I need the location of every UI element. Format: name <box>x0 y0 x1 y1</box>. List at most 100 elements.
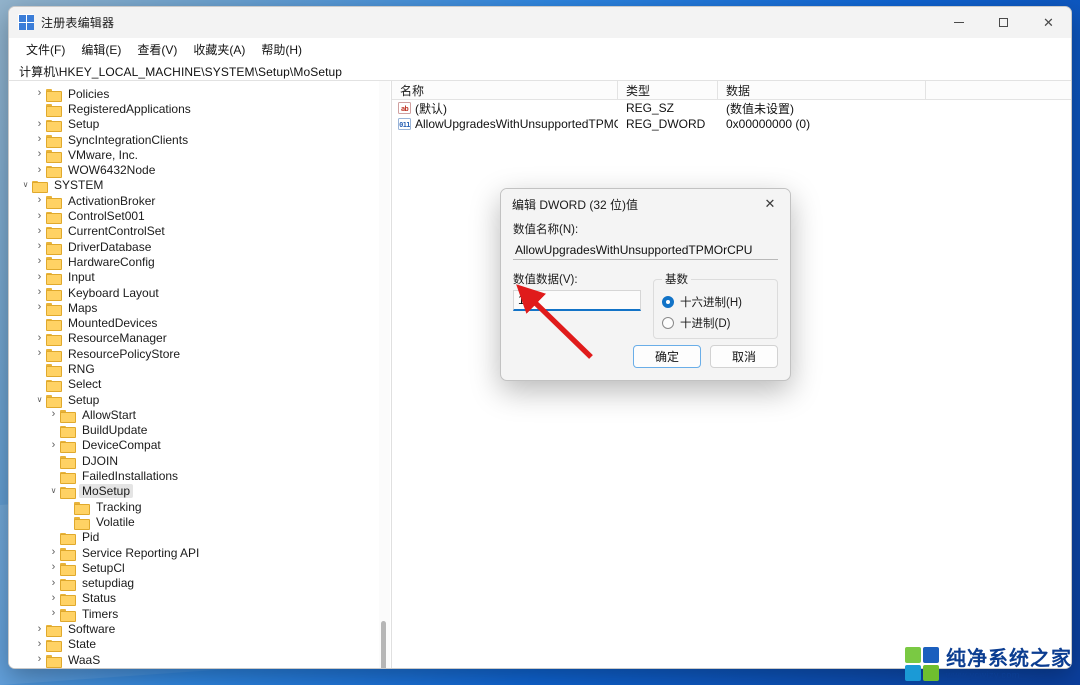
tree-item-wpa[interactable]: ›WPA <box>9 667 391 669</box>
chevron-right-icon[interactable]: › <box>33 241 46 252</box>
tree-item-label: MountedDevices <box>68 316 158 331</box>
registry-path-bar[interactable]: 计算机\HKEY_LOCAL_MACHINE\SYSTEM\Setup\MoSe… <box>9 62 1071 81</box>
tree-item-mounteddevices[interactable]: · MountedDevices <box>9 315 391 332</box>
chevron-right-icon[interactable]: › <box>33 348 46 359</box>
chevron-right-icon[interactable]: › <box>33 332 46 344</box>
tree-item-driverdatabase[interactable]: › DriverDatabase <box>9 239 391 255</box>
chevron-right-icon[interactable]: › <box>47 608 60 619</box>
chevron-right-icon[interactable]: › <box>47 577 60 589</box>
maximize-button[interactable] <box>981 7 1026 38</box>
table-row[interactable]: 011 AllowUpgradesWithUnsupportedTPMOrCPU R… <box>392 116 1071 132</box>
tree-item-rng[interactable]: · RNG <box>9 361 391 377</box>
tree-leaf-marker: · <box>33 319 46 327</box>
tree-item-failedinstallations[interactable]: · FailedInstallations <box>9 468 391 485</box>
tree-item-system[interactable]: ∨ SYSTEM <box>9 178 391 194</box>
chevron-right-icon[interactable]: › <box>47 409 60 420</box>
tree-scrollbar-track[interactable] <box>379 81 390 668</box>
chevron-right-icon[interactable]: › <box>33 225 46 237</box>
chevron-right-icon[interactable]: › <box>33 118 46 130</box>
tree-item-software[interactable]: › Software <box>9 621 391 638</box>
tree-item-resourcemanager[interactable]: › ResourceManager <box>9 331 391 347</box>
chevron-down-icon[interactable]: ∨ <box>47 487 60 495</box>
chevron-right-icon[interactable]: › <box>47 547 60 558</box>
chevron-right-icon[interactable]: › <box>47 592 60 604</box>
menu-view[interactable]: 查看(V) <box>129 38 185 62</box>
radio-decimal[interactable]: 十进制(D) <box>662 315 769 331</box>
menu-help[interactable]: 帮助(H) <box>253 38 310 62</box>
tree-item-policies[interactable]: › Policies <box>9 86 391 102</box>
tree-item-mosetup[interactable]: ∨ MoSetup <box>9 484 391 500</box>
dialog-close-button[interactable]: ✕ <box>750 189 790 219</box>
chevron-right-icon[interactable]: › <box>33 623 46 635</box>
ok-button[interactable]: 确定 <box>633 345 701 368</box>
folder-icon <box>74 501 90 515</box>
chevron-right-icon[interactable]: › <box>33 134 46 145</box>
chevron-right-icon[interactable]: › <box>33 256 46 267</box>
tree-item-label: ControlSet001 <box>68 209 145 224</box>
chevron-right-icon[interactable]: › <box>33 88 46 99</box>
value-data-input[interactable] <box>513 290 641 311</box>
tree-item-label: Keyboard Layout <box>68 285 159 300</box>
chevron-right-icon[interactable]: › <box>33 164 46 176</box>
menu-file[interactable]: 文件(F) <box>18 38 73 62</box>
radio-hexadecimal[interactable]: 十六进制(H) <box>662 294 769 310</box>
chevron-right-icon[interactable]: › <box>33 149 46 160</box>
tree-item-keyboard-layout[interactable]: › Keyboard Layout <box>9 285 391 301</box>
tree-item-setup[interactable]: › Setup <box>9 117 391 133</box>
watermark-title: 纯净系统之家 <box>946 647 1072 670</box>
tree-item-select[interactable]: · Select <box>9 377 391 393</box>
close-button[interactable]: ✕ <box>1026 7 1071 38</box>
tree-item-devicecompat[interactable]: › DeviceCompat <box>9 438 391 454</box>
chevron-right-icon[interactable]: › <box>33 210 46 222</box>
tree-item-setupdiag[interactable]: › setupdiag <box>9 576 391 592</box>
tree-item-resourcepolicystore[interactable]: › ResourcePolicyStore <box>9 346 391 362</box>
tree-scrollbar-thumb[interactable] <box>381 621 386 668</box>
chevron-right-icon[interactable]: › <box>47 439 60 451</box>
watermark-logo-icon <box>905 647 939 681</box>
chevron-right-icon[interactable]: › <box>33 195 46 206</box>
tree-item-currentcontrolset[interactable]: › CurrentControlSet <box>9 224 391 240</box>
chevron-right-icon[interactable]: › <box>33 271 46 283</box>
chevron-down-icon[interactable]: ∨ <box>19 181 32 189</box>
column-header-name[interactable]: 名称 <box>392 81 618 99</box>
tree-item-timers[interactable]: › Timers <box>9 606 391 622</box>
tree-item-vmware-inc[interactable]: › VMware, Inc. <box>9 147 391 163</box>
tree-item-tracking[interactable]: · Tracking <box>9 499 391 515</box>
minimize-button[interactable] <box>936 7 981 38</box>
tree-item-djoin[interactable]: · DJOIN <box>9 453 391 469</box>
chevron-right-icon[interactable]: › <box>33 287 46 298</box>
chevron-right-icon[interactable]: › <box>33 638 46 650</box>
tree-item-service-reporting-api[interactable]: › Service Reporting API <box>9 545 391 561</box>
tree-item-setupcl[interactable]: › SetupCl <box>9 560 391 576</box>
chevron-down-icon[interactable]: ∨ <box>33 395 46 404</box>
tree-item-maps[interactable]: › Maps <box>9 300 391 316</box>
table-row[interactable]: ab (默认) REG_SZ (数值未设置) <box>392 100 1071 116</box>
tree-item-wow6432node[interactable]: › WOW6432Node <box>9 162 391 179</box>
tree-item-status[interactable]: › Status <box>9 591 391 607</box>
tree-item-input[interactable]: › Input <box>9 270 391 286</box>
chevron-right-icon[interactable]: › <box>33 654 46 665</box>
chevron-right-icon[interactable]: › <box>33 302 46 313</box>
column-header-data[interactable]: 数据 <box>718 81 926 99</box>
tree-item-state[interactable]: › State <box>9 637 391 653</box>
cancel-button[interactable]: 取消 <box>710 345 778 368</box>
folder-icon <box>46 225 62 240</box>
edit-dword-dialog: 编辑 DWORD (32 位)值 ✕ 数值名称(N): 数值数据(V): 基数 … <box>500 188 791 381</box>
value-name-text: (默认) <box>415 101 447 116</box>
chevron-right-icon[interactable]: › <box>47 562 60 573</box>
column-header-type[interactable]: 类型 <box>618 81 718 99</box>
tree-item-registeredapplications[interactable]: · RegisteredApplications <box>9 101 391 117</box>
tree-item-volatile[interactable]: · Volatile <box>9 514 391 530</box>
value-name-input[interactable] <box>513 240 778 260</box>
tree-item-allowstart[interactable]: › AllowStart <box>9 407 391 423</box>
tree-item-waas[interactable]: › WaaS <box>9 652 391 668</box>
menu-favorites[interactable]: 收藏夹(A) <box>185 38 253 62</box>
tree-item-buildupdate[interactable]: · BuildUpdate <box>9 423 391 439</box>
tree-item-activationbroker[interactable]: › ActivationBroker <box>9 193 391 209</box>
menu-edit[interactable]: 编辑(E) <box>73 38 129 62</box>
tree-item-setup[interactable]: ∨ Setup <box>9 392 391 408</box>
tree-item-syncintegrationclients[interactable]: › SyncIntegrationClients <box>9 132 391 148</box>
tree-item-controlset001[interactable]: › ControlSet001 <box>9 208 391 225</box>
tree-item-pid[interactable]: · Pid <box>9 530 391 546</box>
tree-item-hardwareconfig[interactable]: › HardwareConfig <box>9 254 391 270</box>
